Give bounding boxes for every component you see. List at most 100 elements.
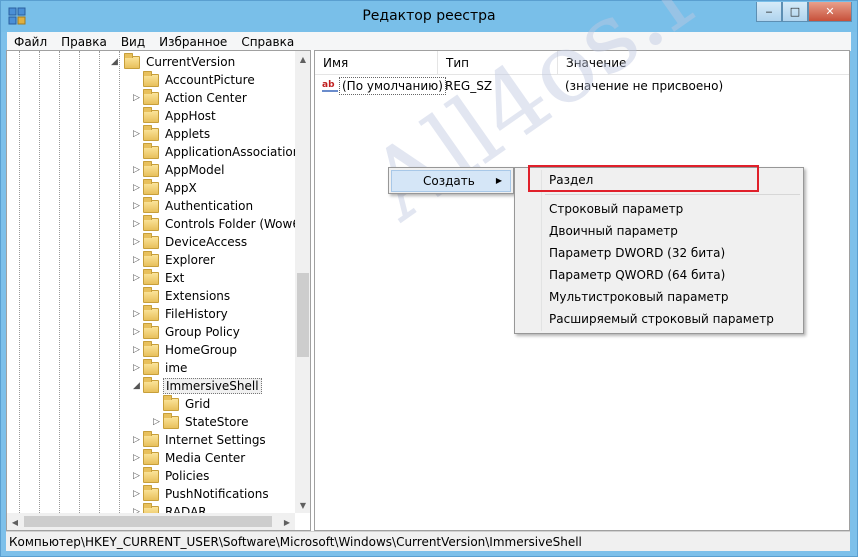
tree-guide-line — [59, 51, 60, 513]
tree-node[interactable]: ime — [143, 358, 189, 377]
expand-arrow-icon[interactable]: ▷ — [133, 274, 142, 283]
tree-node[interactable]: PushNotifications — [143, 484, 271, 503]
tree-node-label: Internet Settings — [165, 433, 266, 447]
value-type: REG_SZ — [445, 79, 493, 93]
expand-arrow-icon[interactable]: ▷ — [133, 364, 142, 373]
tree-node[interactable]: Explorer — [143, 250, 217, 269]
tree-node[interactable]: Grid — [163, 394, 212, 413]
tree-vertical-scroll-thumb[interactable] — [297, 273, 309, 357]
tree-node[interactable]: Applets — [143, 124, 212, 143]
expand-arrow-icon[interactable]: ▷ — [133, 184, 142, 193]
tree-node[interactable]: Group Policy — [143, 322, 242, 341]
expand-arrow-icon[interactable]: ▷ — [133, 436, 142, 445]
minimize-button[interactable]: ‒ — [756, 2, 782, 22]
tree-node[interactable]: AppHost — [143, 106, 218, 125]
expand-arrow-icon[interactable]: ▷ — [133, 490, 142, 499]
collapse-arrow-icon[interactable]: ◢ — [133, 382, 142, 391]
tree-node[interactable]: Ext — [143, 268, 186, 287]
menu-item-dword-value[interactable]: Параметр DWORD (32 бита) — [549, 242, 725, 264]
menu-separator — [545, 194, 800, 195]
expand-arrow-icon[interactable]: ▷ — [133, 472, 142, 481]
scroll-right-arrow-icon[interactable]: ▶ — [279, 514, 295, 530]
expand-arrow-icon[interactable]: ▷ — [133, 130, 142, 139]
menu-item-string-value[interactable]: Строковый параметр — [549, 198, 683, 220]
title-bar[interactable]: Редактор реестра ‒ □ ✕ — [1, 1, 857, 32]
folder-icon — [143, 286, 159, 303]
column-header-name[interactable]: Имя — [315, 51, 438, 75]
folder-icon — [143, 70, 159, 87]
scroll-down-arrow-icon[interactable]: ▼ — [295, 497, 310, 513]
folder-icon — [143, 376, 159, 393]
table-row[interactable]: ab (По умолчанию) REG_SZ (значение не пр… — [315, 77, 849, 95]
submenu-arrow-icon: ▶ — [495, 176, 502, 185]
close-button[interactable]: ✕ — [808, 2, 852, 22]
maximize-button[interactable]: □ — [782, 2, 808, 22]
tree-guide-line — [119, 51, 120, 513]
tree-node[interactable]: DeviceAccess — [143, 232, 249, 251]
scroll-up-arrow-icon[interactable]: ▲ — [295, 51, 310, 67]
tree-node[interactable]: Extensions — [143, 286, 232, 305]
tree-node-current-version[interactable]: ◢ CurrentVersion — [111, 52, 237, 71]
tree-node[interactable]: AccountPicture — [143, 70, 257, 89]
tree-node[interactable]: AppModel — [143, 160, 226, 179]
menu-favorites[interactable]: Избранное — [152, 35, 234, 49]
expand-arrow-icon[interactable]: ▷ — [133, 202, 142, 211]
tree-node[interactable]: Media Center — [143, 448, 247, 467]
menu-item-multistring-value[interactable]: Мультистроковый параметр — [549, 286, 729, 308]
tree-node[interactable]: Authentication — [143, 196, 255, 215]
folder-icon — [143, 448, 159, 465]
menu-edit[interactable]: Правка — [54, 35, 114, 49]
folder-icon — [143, 502, 159, 513]
tree-node-label: ImmersiveShell — [163, 378, 262, 394]
menu-item-binary-value[interactable]: Двоичный параметр — [549, 220, 678, 242]
expand-arrow-icon[interactable]: ▷ — [133, 220, 142, 229]
expand-arrow-icon[interactable]: ▷ — [133, 238, 142, 247]
tree-node-label: AppHost — [165, 109, 216, 123]
menu-help[interactable]: Справка — [234, 35, 301, 49]
tree-node[interactable]: ImmersiveShell — [143, 376, 262, 395]
tree-node-label: ApplicationAssociationT — [165, 145, 295, 159]
tree-node-label: FileHistory — [165, 307, 228, 321]
tree-node[interactable]: Controls Folder (Wow64 — [143, 214, 295, 233]
tree-node-label: AppX — [165, 181, 197, 195]
tree-guide-line — [99, 51, 100, 513]
tree-node[interactable]: StateStore — [163, 412, 250, 431]
menu-item-label: Создать — [423, 174, 475, 188]
value-name: (По умолчанию) — [339, 77, 446, 95]
value-data: (значение не присвоено) — [565, 79, 724, 93]
column-header-value[interactable]: Значение — [558, 51, 849, 75]
menu-view[interactable]: Вид — [114, 35, 152, 49]
expand-arrow-icon[interactable]: ▷ — [133, 310, 142, 319]
menu-item-expandable-string-value[interactable]: Расширяемый строковый параметр — [549, 308, 774, 330]
expand-arrow-icon[interactable]: ▷ — [133, 454, 142, 463]
tree-node[interactable]: ApplicationAssociationT — [143, 142, 295, 161]
folder-icon — [143, 178, 159, 195]
tree-vertical-scrollbar[interactable]: ▲ ▼ — [295, 51, 310, 513]
scroll-left-arrow-icon[interactable]: ◀ — [7, 514, 23, 530]
folder-icon — [143, 142, 159, 159]
tree-node[interactable]: Action Center — [143, 88, 249, 107]
expand-arrow-icon[interactable]: ▷ — [133, 94, 142, 103]
menu-file[interactable]: Файл — [7, 35, 54, 49]
menu-item-create[interactable]: Создать ▶ — [391, 170, 511, 192]
expand-arrow-icon[interactable]: ▷ — [133, 256, 142, 265]
tree-node[interactable]: Policies — [143, 466, 211, 485]
collapse-arrow-icon[interactable]: ◢ — [111, 57, 120, 67]
expand-arrow-icon[interactable]: ▷ — [133, 328, 142, 337]
menu-item-qword-value[interactable]: Параметр QWORD (64 бита) — [549, 264, 725, 286]
expand-arrow-icon[interactable]: ▷ — [133, 166, 142, 175]
tree-horizontal-scroll-thumb[interactable] — [24, 516, 272, 527]
tree-node[interactable]: Internet Settings — [143, 430, 268, 449]
tree-node[interactable]: FileHistory — [143, 304, 230, 323]
tree-node[interactable]: RADAR — [143, 502, 209, 513]
column-header-type[interactable]: Тип — [438, 51, 558, 75]
tree-node[interactable]: HomeGroup — [143, 340, 239, 359]
tree-horizontal-scrollbar[interactable]: ◀ ▶ — [7, 513, 295, 530]
folder-icon — [143, 88, 159, 105]
folder-icon — [143, 196, 159, 213]
tree-guide-line — [79, 51, 80, 513]
tree-node[interactable]: AppX — [143, 178, 199, 197]
tree-node-label: Group Policy — [165, 325, 240, 339]
expand-arrow-icon[interactable]: ▷ — [153, 418, 162, 427]
expand-arrow-icon[interactable]: ▷ — [133, 346, 142, 355]
